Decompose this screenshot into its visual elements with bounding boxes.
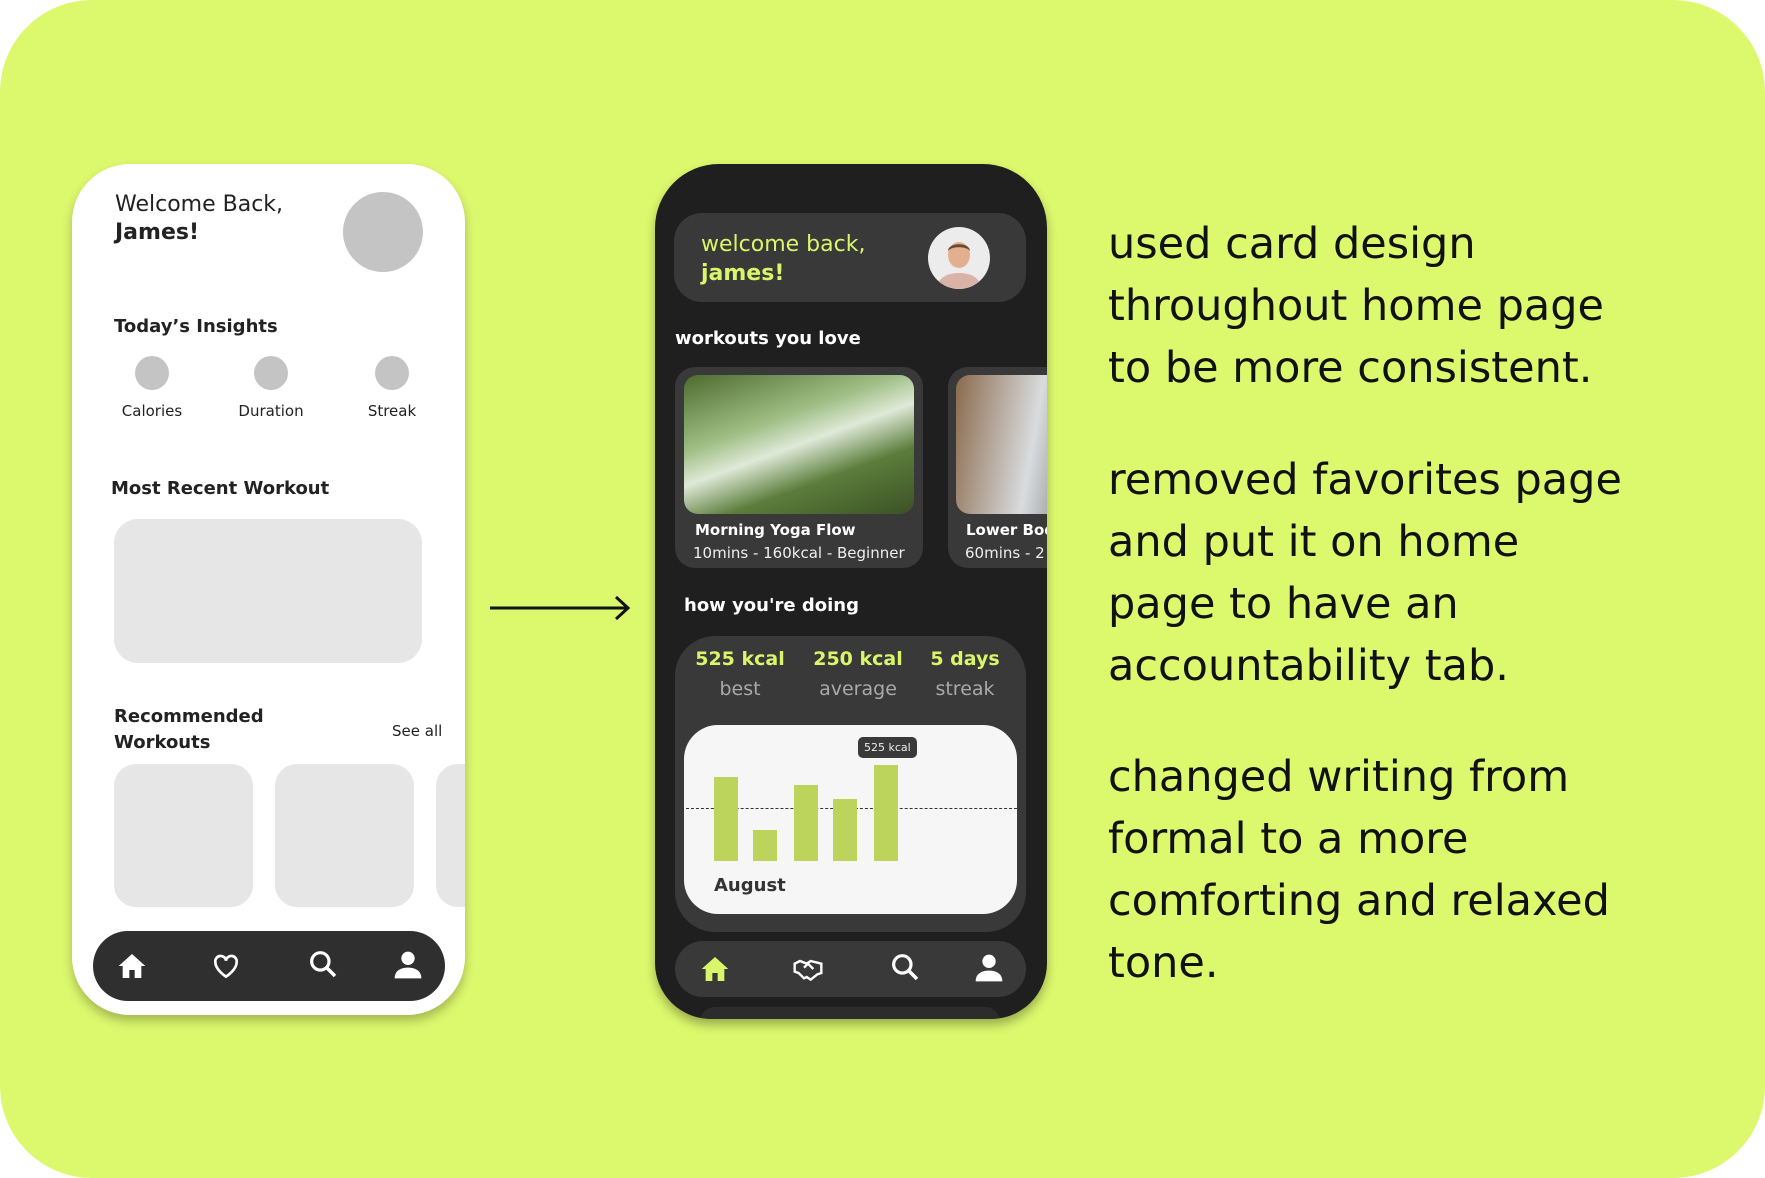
handshake-icon[interactable]: [792, 953, 824, 985]
avatar[interactable]: [928, 227, 990, 289]
calories-indicator: [135, 356, 169, 390]
recent-title: Most Recent Workout: [111, 478, 330, 499]
gym-image: [956, 375, 1047, 514]
workout-card[interactable]: Morning Yoga Flow 10mins - 160kcal - Beg…: [675, 367, 923, 568]
note-line: used card design: [1108, 219, 1476, 269]
avatar[interactable]: [343, 192, 423, 272]
stat-label: streak: [935, 678, 995, 700]
recommended-title: Recommended: [114, 706, 264, 727]
design-note: used card design throughout home page to b…: [1108, 213, 1748, 399]
note-line: page to have an: [1108, 579, 1459, 629]
recent-workout-card[interactable]: [114, 519, 422, 663]
chart-bar[interactable]: [833, 798, 857, 861]
note-line: to be more consistent.: [1108, 343, 1593, 393]
workouts-title: workouts you love: [675, 328, 861, 349]
bottom-nav: [675, 941, 1026, 997]
home-icon[interactable]: [699, 953, 731, 985]
greeting: welcome back,: [701, 232, 866, 257]
duration-indicator: [254, 356, 288, 390]
stat-label: best: [719, 678, 761, 700]
workout-title: Morning Yoga Flow: [695, 521, 856, 539]
user-name: james!: [701, 261, 785, 286]
insights-title: Today’s Insights: [114, 316, 278, 337]
chart-bar[interactable]: [714, 776, 738, 861]
search-icon[interactable]: [889, 951, 921, 983]
user-icon[interactable]: [392, 949, 424, 981]
insight-label: Streak: [367, 402, 417, 420]
greeting: Welcome Back,: [115, 192, 284, 217]
progress-card: 525 kcal 250 kcal 5 days best average st…: [675, 636, 1026, 932]
note-line: formal to a more: [1108, 814, 1469, 864]
bottom-nav: [93, 931, 445, 1001]
arrow-icon: [490, 595, 631, 621]
note-line: changed writing from: [1108, 752, 1570, 802]
chart-bar[interactable]: [753, 829, 777, 861]
stat-value: 250 kcal: [813, 648, 903, 670]
recommended-card[interactable]: [114, 764, 253, 907]
workout-meta: 60mins - 2: [965, 544, 1045, 562]
welcome-card: welcome back, james!: [674, 213, 1026, 302]
stat-value: 5 days: [930, 648, 1000, 670]
recommended-card[interactable]: [275, 764, 414, 907]
workout-title: Lower Bod: [966, 521, 1047, 539]
insight-label: Calories: [121, 402, 183, 420]
design-note: changed writing from formal to a more comf…: [1108, 746, 1748, 994]
heart-icon[interactable]: [210, 950, 242, 982]
stat-label: average: [819, 678, 897, 700]
user-icon[interactable]: [973, 952, 1005, 984]
workout-meta: 10mins - 160kcal - Beginner: [693, 544, 905, 562]
note-line: removed favorites page: [1108, 455, 1622, 505]
chart-month-label: August: [714, 875, 786, 896]
scroll-peek: [700, 1007, 1000, 1019]
note-line: tone.: [1108, 938, 1219, 988]
calorie-chart: 525 kcal August: [684, 725, 1017, 914]
redesign-phone: welcome back, james! workouts you love M…: [655, 164, 1047, 1019]
workout-card[interactable]: Lower Bod 60mins - 2: [948, 367, 1047, 568]
note-line: throughout home page: [1108, 281, 1605, 331]
streak-indicator: [375, 356, 409, 390]
yoga-image: [684, 375, 914, 514]
insight-label: Duration: [238, 402, 304, 420]
user-name: James!: [115, 220, 200, 245]
recommended-card[interactable]: [436, 764, 465, 907]
chart-bar[interactable]: [794, 785, 818, 861]
recommended-title: Workouts: [114, 732, 211, 753]
design-note: removed favorites page and put it on home…: [1108, 449, 1748, 697]
note-line: accountability tab.: [1108, 641, 1509, 691]
note-line: comforting and relaxed: [1108, 876, 1610, 926]
progress-title: how you're doing: [684, 595, 859, 616]
search-icon[interactable]: [307, 948, 339, 980]
stat-value: 525 kcal: [695, 648, 785, 670]
home-icon[interactable]: [116, 950, 148, 982]
note-line: and put it on home: [1108, 517, 1520, 567]
wireframe-phone: Welcome Back, James! Today’s Insights Ca…: [72, 164, 465, 1015]
see-all-link[interactable]: See all: [392, 722, 442, 740]
bar-tooltip: 525 kcal: [858, 737, 917, 758]
chart-bar[interactable]: [874, 765, 898, 861]
